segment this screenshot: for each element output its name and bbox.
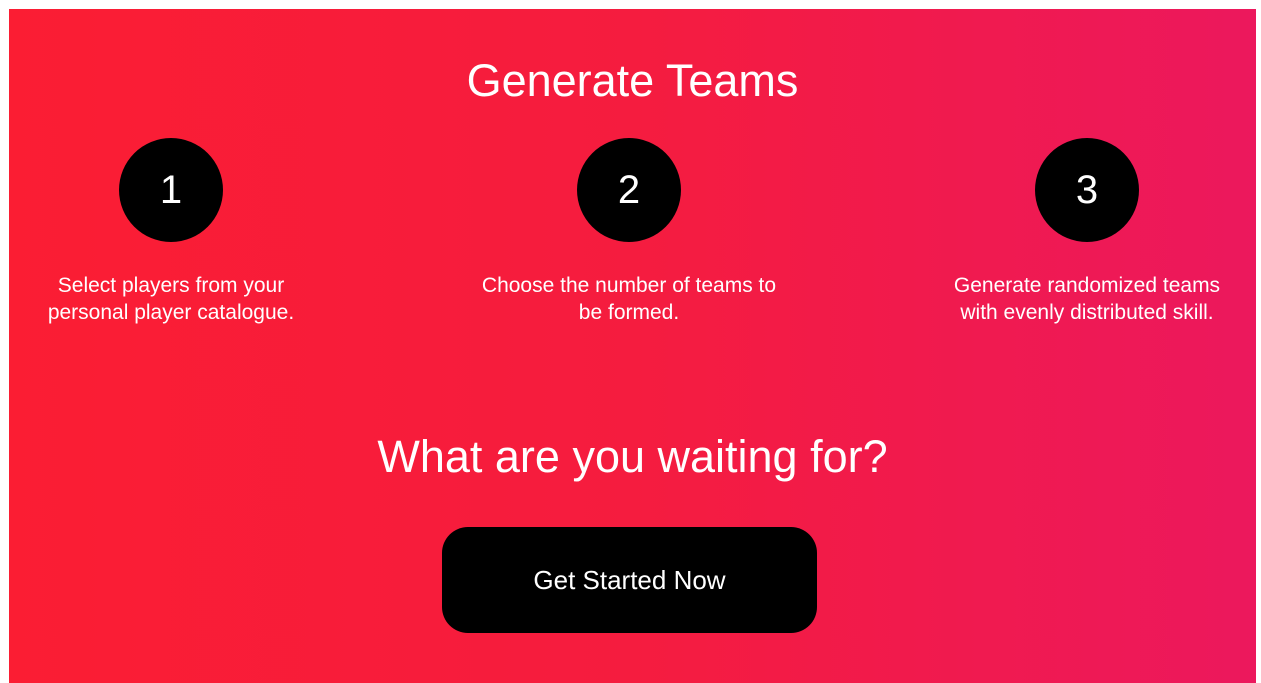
step-description: Select players from your personal player… (47, 274, 295, 324)
step-number-badge: 2 (577, 138, 681, 242)
step-3: 3 Generate randomized teams with evenly … (927, 138, 1247, 326)
step-description: Choose the number of teams to be formed. (481, 274, 777, 324)
step-1: 1 Select players from your personal play… (11, 138, 331, 326)
generate-teams-section: Generate Teams 1 Select players from you… (9, 9, 1256, 683)
section-title: Generate Teams (466, 55, 799, 106)
step-number-badge: 3 (1035, 138, 1139, 242)
cta-question: What are you waiting for? (377, 431, 888, 482)
step-description: Generate randomized teams with evenly di… (953, 274, 1221, 324)
get-started-button[interactable]: Get Started Now (442, 527, 817, 633)
step-number-badge: 1 (119, 138, 223, 242)
step-2: 2 Choose the number of teams to be forme… (469, 138, 789, 326)
